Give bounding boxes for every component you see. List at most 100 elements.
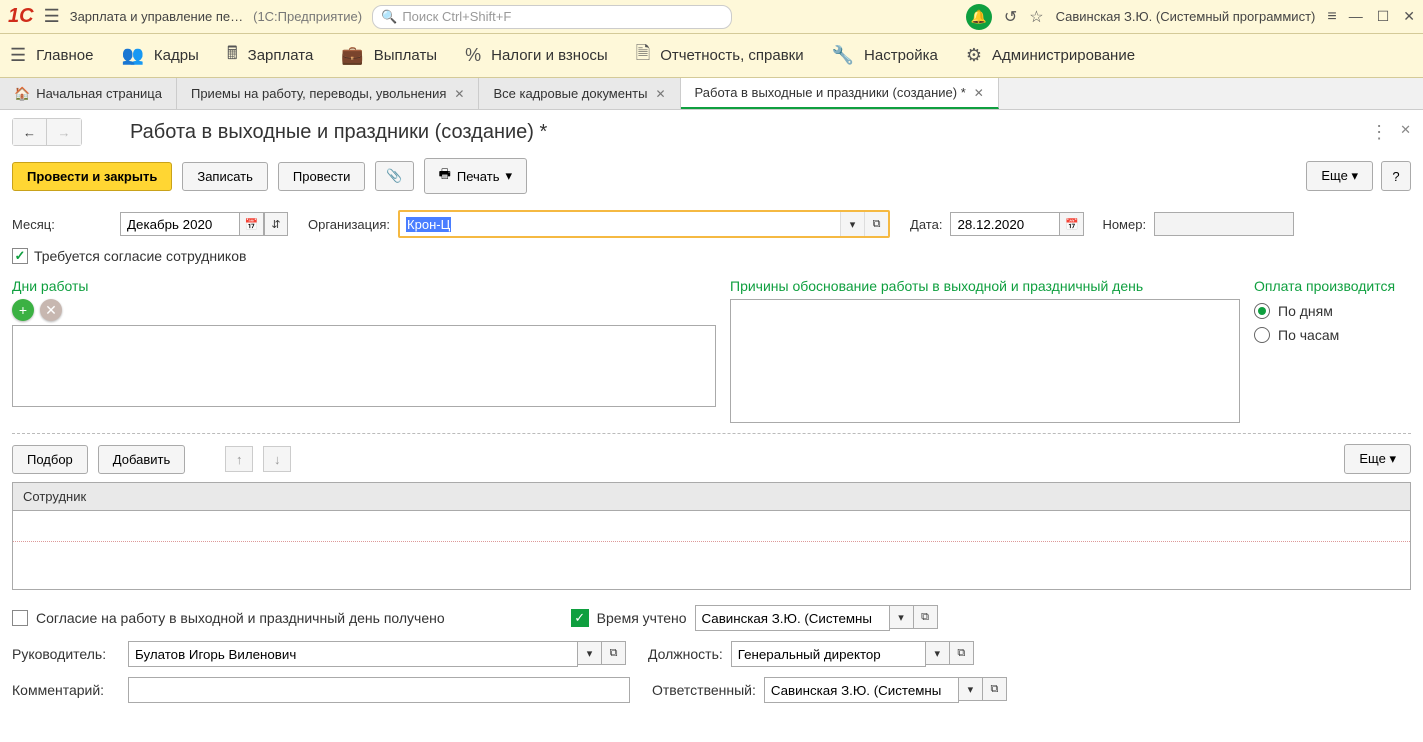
responsible-label: Ответственный: [652,682,756,698]
position-input[interactable] [731,641,926,667]
save-button[interactable]: Записать [182,162,268,191]
time-user-input[interactable] [695,605,890,631]
month-field[interactable]: 📅 ⇵ [120,212,288,236]
title-bar: 1C ☰ Зарплата и управление пе… (1С:Предп… [0,0,1423,34]
open-icon[interactable]: ⧉ [602,641,626,665]
tabs-bar: 🏠 Начальная страница Приемы на работу, п… [0,78,1423,110]
chevron-down-icon[interactable]: ▾ [926,641,950,665]
days-list-box[interactable] [12,325,716,407]
calendar-icon[interactable]: 📅 [1060,212,1084,236]
open-icon[interactable]: ⧉ [950,641,974,665]
main-navbar: ☰Главное 👥Кадры 🖩Зарплата 💼Выплаты %Нало… [0,34,1423,78]
consent-received-label: Согласие на работу в выходной и празднич… [36,610,445,626]
user-name[interactable]: Савинская З.Ю. (Системный программист) [1056,9,1316,24]
nav-admin[interactable]: ⚙Администрирование [966,45,1135,66]
move-down-button[interactable]: ↓ [263,446,291,472]
tab-all-hr-docs[interactable]: Все кадровые документы ✕ [479,78,680,109]
calendar-icon[interactable]: 📅 [240,212,264,236]
nav-taxes[interactable]: %Налоги и взносы [465,45,608,66]
home-tab[interactable]: 🏠 Начальная страница [0,78,177,109]
close-icon[interactable]: ✕ [454,87,464,101]
move-up-button[interactable]: ↑ [225,446,253,472]
minimize-button[interactable]: — [1349,8,1363,25]
document-header: ← → Работа в выходные и праздники (созда… [0,110,1423,154]
post-button[interactable]: Провести [278,162,366,191]
nav-salary[interactable]: 🖩Зарплата [227,41,314,71]
add-employee-button[interactable]: Добавить [98,445,185,474]
chevron-down-icon[interactable]: ▾ [959,677,983,701]
print-button[interactable]: 🖶 Печать ▾ [424,158,527,194]
notifications-bell[interactable]: 🔔 [966,4,992,30]
by-hours-option[interactable]: По часам [1254,323,1411,347]
open-icon[interactable]: ⧉ [914,605,938,629]
tab-label: Работа в выходные и праздники (создание)… [695,85,966,100]
date-input[interactable] [950,212,1060,236]
help-button[interactable]: ? [1381,161,1411,191]
back-button[interactable]: ← [13,119,47,145]
nav-main[interactable]: ☰Главное [10,45,93,66]
month-input[interactable] [120,212,240,236]
org-input[interactable]: Крон-Ц [400,212,840,236]
chevron-down-icon[interactable]: ▾ [578,641,602,665]
org-label: Организация: [308,217,390,232]
tab-work-holidays[interactable]: Работа в выходные и праздники (создание)… [681,78,999,109]
history-icon[interactable]: ↺ [1004,7,1017,27]
settings-bars-icon[interactable]: ≡ [1327,8,1336,26]
chevron-down-icon: ▾ [1389,451,1396,466]
time-user-field[interactable]: ▾ ⧉ [695,605,938,631]
chevron-down-icon[interactable]: ▾ [840,212,864,236]
position-field[interactable]: ▾ ⧉ [731,641,974,667]
responsible-field[interactable]: ▾ ⧉ [764,677,1007,703]
maximize-button[interactable]: ☐ [1377,8,1390,25]
close-document[interactable]: ✕ [1400,122,1411,143]
close-icon[interactable]: ✕ [974,86,984,100]
select-employees-button[interactable]: Подбор [12,445,88,474]
responsible-input[interactable] [764,677,959,703]
consent-required-checkbox[interactable]: ✓ [12,248,28,264]
nav-payments[interactable]: 💼Выплаты [341,45,437,66]
manager-field[interactable]: ▾ ⧉ [128,641,626,667]
spinner-icon[interactable]: ⇵ [264,212,288,236]
time-accounted-label: Время учтено [597,610,687,626]
remove-day-button[interactable]: ✕ [40,299,62,321]
nav-label: Зарплата [248,47,314,64]
radio-by-days[interactable] [1254,303,1270,319]
consent-received-checkbox[interactable] [12,610,28,626]
comment-input[interactable] [128,677,630,703]
tab-hires[interactable]: Приемы на работу, переводы, увольнения ✕ [177,78,479,109]
favorite-icon[interactable]: ☆ [1029,7,1043,27]
more-button[interactable]: Еще ▾ [1306,161,1373,191]
organization-field[interactable]: Крон-Ц ▾ ⧉ [398,210,890,238]
table-more-button[interactable]: Еще ▾ [1344,444,1411,474]
nav-settings[interactable]: 🔧Настройка [832,45,938,66]
nav-hr[interactable]: 👥Кадры [121,45,198,66]
add-day-button[interactable]: + [12,299,34,321]
manager-input[interactable] [128,641,578,667]
radio-by-hours[interactable] [1254,327,1270,343]
chevron-down-icon[interactable]: ▾ [890,605,914,629]
menu-icon[interactable]: ☰ [44,6,60,27]
global-search[interactable]: 🔍 Поиск Ctrl+Shift+F [372,5,732,29]
by-days-option[interactable]: По дням [1254,299,1411,323]
payment-section: Оплата производится По дням По часам [1254,278,1411,423]
attach-button[interactable]: 📎 [375,161,413,191]
close-icon[interactable]: ✕ [655,87,665,101]
time-accounted-checkbox[interactable]: ✓ [571,609,589,627]
date-field[interactable]: 📅 [950,212,1084,236]
comment-label: Комментарий: [12,682,120,698]
open-icon[interactable]: ⧉ [983,677,1007,701]
nav-label: Администрирование [992,47,1135,64]
number-input[interactable] [1154,212,1294,236]
open-icon[interactable]: ⧉ [864,212,888,236]
column-employee[interactable]: Сотрудник [13,483,1410,511]
print-label: Печать [457,169,500,184]
manager-label: Руководитель: [12,646,120,662]
nav-back-forward: ← → [12,118,82,146]
post-and-close-button[interactable]: Провести и закрыть [12,162,172,191]
kebab-menu[interactable]: ⋮ [1370,122,1388,143]
reasons-textarea[interactable] [730,299,1240,423]
nav-reports[interactable]: 🗎Отчетность, справки [636,41,804,71]
forward-button[interactable]: → [47,119,81,145]
table-body[interactable] [13,511,1410,589]
close-window-button[interactable]: ✕ [1403,8,1415,25]
